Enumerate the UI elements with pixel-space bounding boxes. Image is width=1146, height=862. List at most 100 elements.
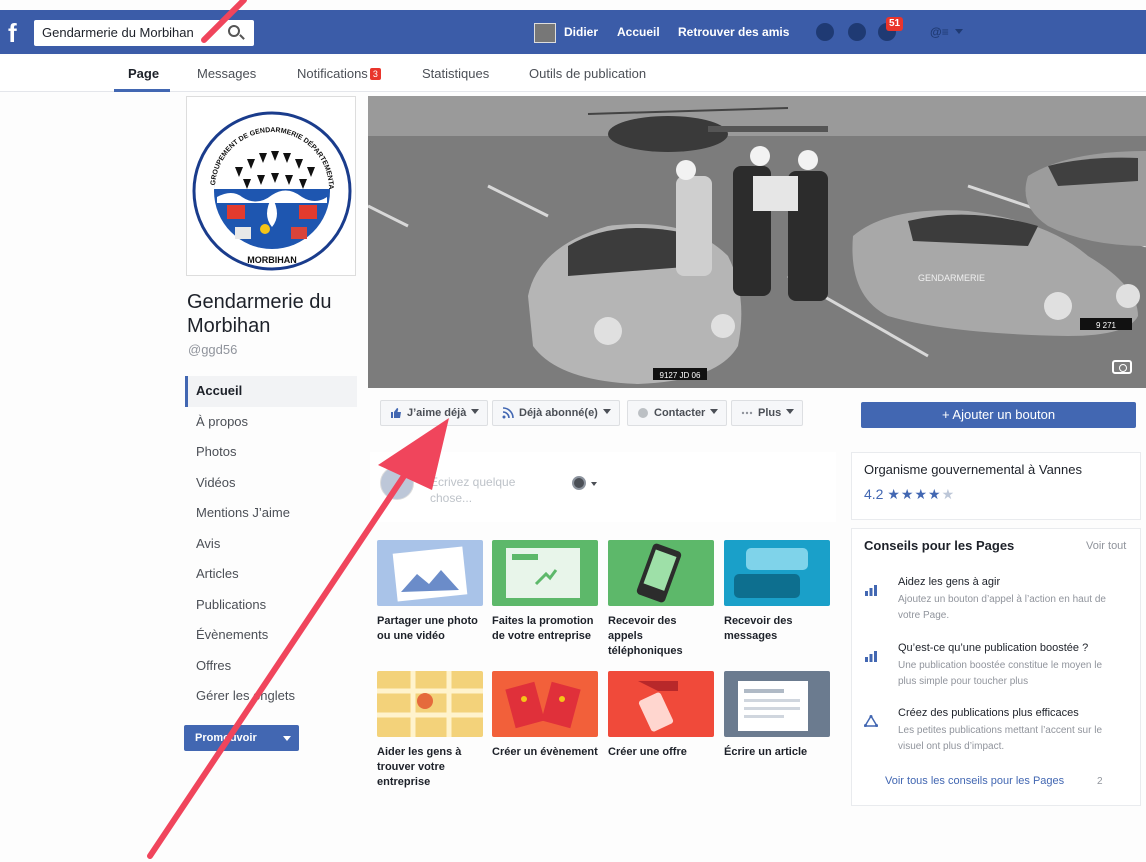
composer-avatar	[380, 466, 414, 500]
more-button[interactable]: Plus	[731, 400, 804, 426]
rating-stars-empty: ★	[941, 486, 956, 502]
search-icon[interactable]	[228, 25, 240, 37]
top-navigation-bar: f Gendarmerie du Morbihan Didier Accueil…	[0, 10, 1146, 54]
more-chevron-down-icon	[786, 409, 795, 414]
rating-stars: ★★★★★	[887, 486, 955, 502]
follow-button[interactable]: Déjà abonné(e)	[492, 400, 620, 426]
tip-item[interactable]: Qu’est-ce qu’une publication boostée ? U…	[862, 642, 1108, 692]
left-car-plate: 9127 JD 06	[660, 371, 701, 380]
card-write-article-illustration	[724, 671, 830, 737]
facebook-logo-icon[interactable]: f	[8, 20, 30, 46]
sidebar-item-articles[interactable]: Articles	[185, 559, 357, 590]
card-help-find-business-illustration	[377, 671, 483, 737]
account-menu-chevron-down-icon[interactable]	[955, 29, 963, 34]
car-door-text: GENDARMERIE	[918, 273, 985, 283]
quick-help-icon[interactable]: @≡	[930, 25, 949, 39]
tip-item[interactable]: Aidez les gens à agir Ajoutez un bouton …	[862, 576, 1108, 622]
search-value: Gendarmerie du Morbihan	[42, 25, 194, 40]
right-car-plate: 9 271	[1096, 321, 1117, 330]
tip-description: Les petites publications mettant l’accen…	[898, 725, 1102, 752]
triangle-nodes-icon	[864, 715, 878, 727]
card-create-offer[interactable]: Créer une offre	[608, 671, 714, 760]
card-create-offer-label: Créer une offre	[608, 746, 687, 758]
promote-button[interactable]: Promouvoir	[184, 725, 299, 751]
contact-button[interactable]: Contacter	[627, 400, 728, 426]
more-button-label: Plus	[758, 407, 782, 419]
promote-button-label: Promouvoir	[195, 732, 257, 744]
tab-statistics[interactable]: Statistiques	[422, 66, 489, 81]
card-receive-calls[interactable]: Recevoir des appels téléphoniques	[608, 540, 714, 659]
profile-picture[interactable]: GROUPEMENT DE GENDARMERIE DÉPARTEMENTALE…	[185, 92, 356, 276]
composer-placeholder-line1: Écrivez quelque	[430, 475, 516, 489]
sidebar-item-about[interactable]: À propos	[185, 407, 357, 438]
tab-notifications[interactable]: Notifications 3	[297, 66, 381, 81]
follow-button-label: Déjà abonné(e)	[519, 407, 598, 419]
like-button[interactable]: J’aime déjà	[380, 400, 489, 426]
card-promote-business-label: Faites la promotion de votre entreprise	[492, 615, 594, 642]
friend-requests-icon[interactable]	[816, 23, 834, 41]
sidebar-item-photos[interactable]: Photos	[185, 437, 357, 468]
add-button[interactable]: + Ajouter un bouton	[861, 402, 1136, 428]
search-input[interactable]: Gendarmerie du Morbihan	[34, 20, 254, 46]
card-write-article[interactable]: Écrire un article	[724, 671, 830, 760]
tab-page[interactable]: Page	[128, 66, 159, 81]
nav-home-link[interactable]: Accueil	[617, 25, 660, 39]
page-admin-tabs: Page Messages Notifications 3 Statistique…	[0, 56, 1146, 92]
sidebar-item-likes[interactable]: Mentions J’aime	[185, 498, 357, 529]
nav-user-name[interactable]: Didier	[564, 25, 598, 39]
card-promote-business[interactable]: Faites la promotion de votre entreprise	[492, 540, 598, 644]
card-promote-business-illustration	[492, 540, 598, 606]
tip-title: Aidez les gens à agir	[898, 576, 1001, 588]
card-share-photo-illustration	[377, 540, 483, 606]
active-tab-indicator	[114, 89, 170, 92]
audience-globe-icon[interactable]	[572, 476, 586, 490]
sidebar-item-videos[interactable]: Vidéos	[185, 468, 357, 499]
page-rating[interactable]: 4.2 ★★★★★	[864, 486, 955, 503]
sidebar-item-posts[interactable]: Publications	[185, 590, 357, 621]
rating-stars-filled: ★★★★	[887, 486, 942, 502]
user-avatar[interactable]	[534, 23, 556, 43]
tips-see-all-link[interactable]: Voir tout	[1086, 540, 1126, 552]
sidebar-item-reviews[interactable]: Avis	[185, 529, 357, 560]
contact-chevron-down-icon	[710, 409, 719, 414]
tip-description: Une publication boostée constitue le moy…	[898, 660, 1103, 687]
camera-icon[interactable]	[1112, 360, 1132, 374]
like-chevron-down-icon	[471, 409, 480, 414]
notifications-count-badge: 51	[886, 17, 904, 31]
sidebar-item-home[interactable]: Accueil	[185, 376, 357, 407]
page-title[interactable]: Gendarmerie du Morbihan	[187, 290, 367, 338]
sidebar-item-offers[interactable]: Offres	[185, 651, 357, 682]
tip-title: Créez des publications plus efficaces	[898, 707, 1079, 719]
messenger-icon[interactable]	[848, 23, 866, 41]
tip-item[interactable]: Créez des publications plus efficaces Le…	[862, 707, 1108, 757]
tab-publishing-tools[interactable]: Outils de publication	[529, 66, 646, 81]
card-write-article-label: Écrire un article	[724, 746, 808, 758]
cover-photo[interactable]: 9127 JD 06 9 271 GENDARMERIE	[368, 96, 1146, 388]
thumbs-up-icon	[391, 408, 401, 418]
cover-photo-image: 9127 JD 06 9 271 GENDARMERIE	[368, 96, 1146, 388]
card-create-offer-illustration	[608, 671, 714, 737]
tip-title: Qu’est-ce qu’une publication boostée ?	[898, 642, 1089, 654]
sidebar-item-events[interactable]: Évènements	[185, 620, 357, 651]
composer-input[interactable]: Écrivez quelque chose...	[430, 474, 550, 506]
card-create-event-illustration	[492, 671, 598, 737]
see-all-tips-link[interactable]: Voir tous les conseils pour les Pages	[885, 775, 1064, 787]
page-handle[interactable]: @ggd56	[188, 342, 237, 357]
contact-button-label: Contacter	[654, 407, 706, 419]
tab-messages[interactable]: Messages	[197, 66, 256, 81]
sidebar-item-manage-tabs[interactable]: Gérer les onglets	[185, 681, 357, 712]
card-help-find-business[interactable]: Aider les gens à trouver votre entrepris…	[377, 671, 483, 790]
card-receive-messages[interactable]: Recevoir des messages	[724, 540, 830, 644]
card-receive-calls-illustration	[608, 540, 714, 606]
card-share-photo[interactable]: Partager une photo ou une vidéo	[377, 540, 483, 644]
page-sidebar-nav: Accueil À propos Photos Vidéos Mentions …	[185, 376, 357, 712]
page-category[interactable]: Organisme gouvernemental à Vannes	[864, 462, 1082, 477]
audience-chevron-down-icon[interactable]	[591, 482, 597, 486]
like-button-label: J’aime déjà	[407, 407, 467, 419]
bar-chart-icon	[865, 585, 877, 596]
card-help-find-business-label: Aider les gens à trouver votre entrepris…	[377, 746, 462, 788]
promote-chevron-down-icon[interactable]	[283, 736, 291, 741]
nav-find-friends-link[interactable]: Retrouver des amis	[678, 25, 789, 39]
gendarmerie-badge-logo: GROUPEMENT DE GENDARMERIE DÉPARTEMENTALE…	[185, 92, 352, 271]
card-create-event[interactable]: Créer un évènement	[492, 671, 598, 760]
